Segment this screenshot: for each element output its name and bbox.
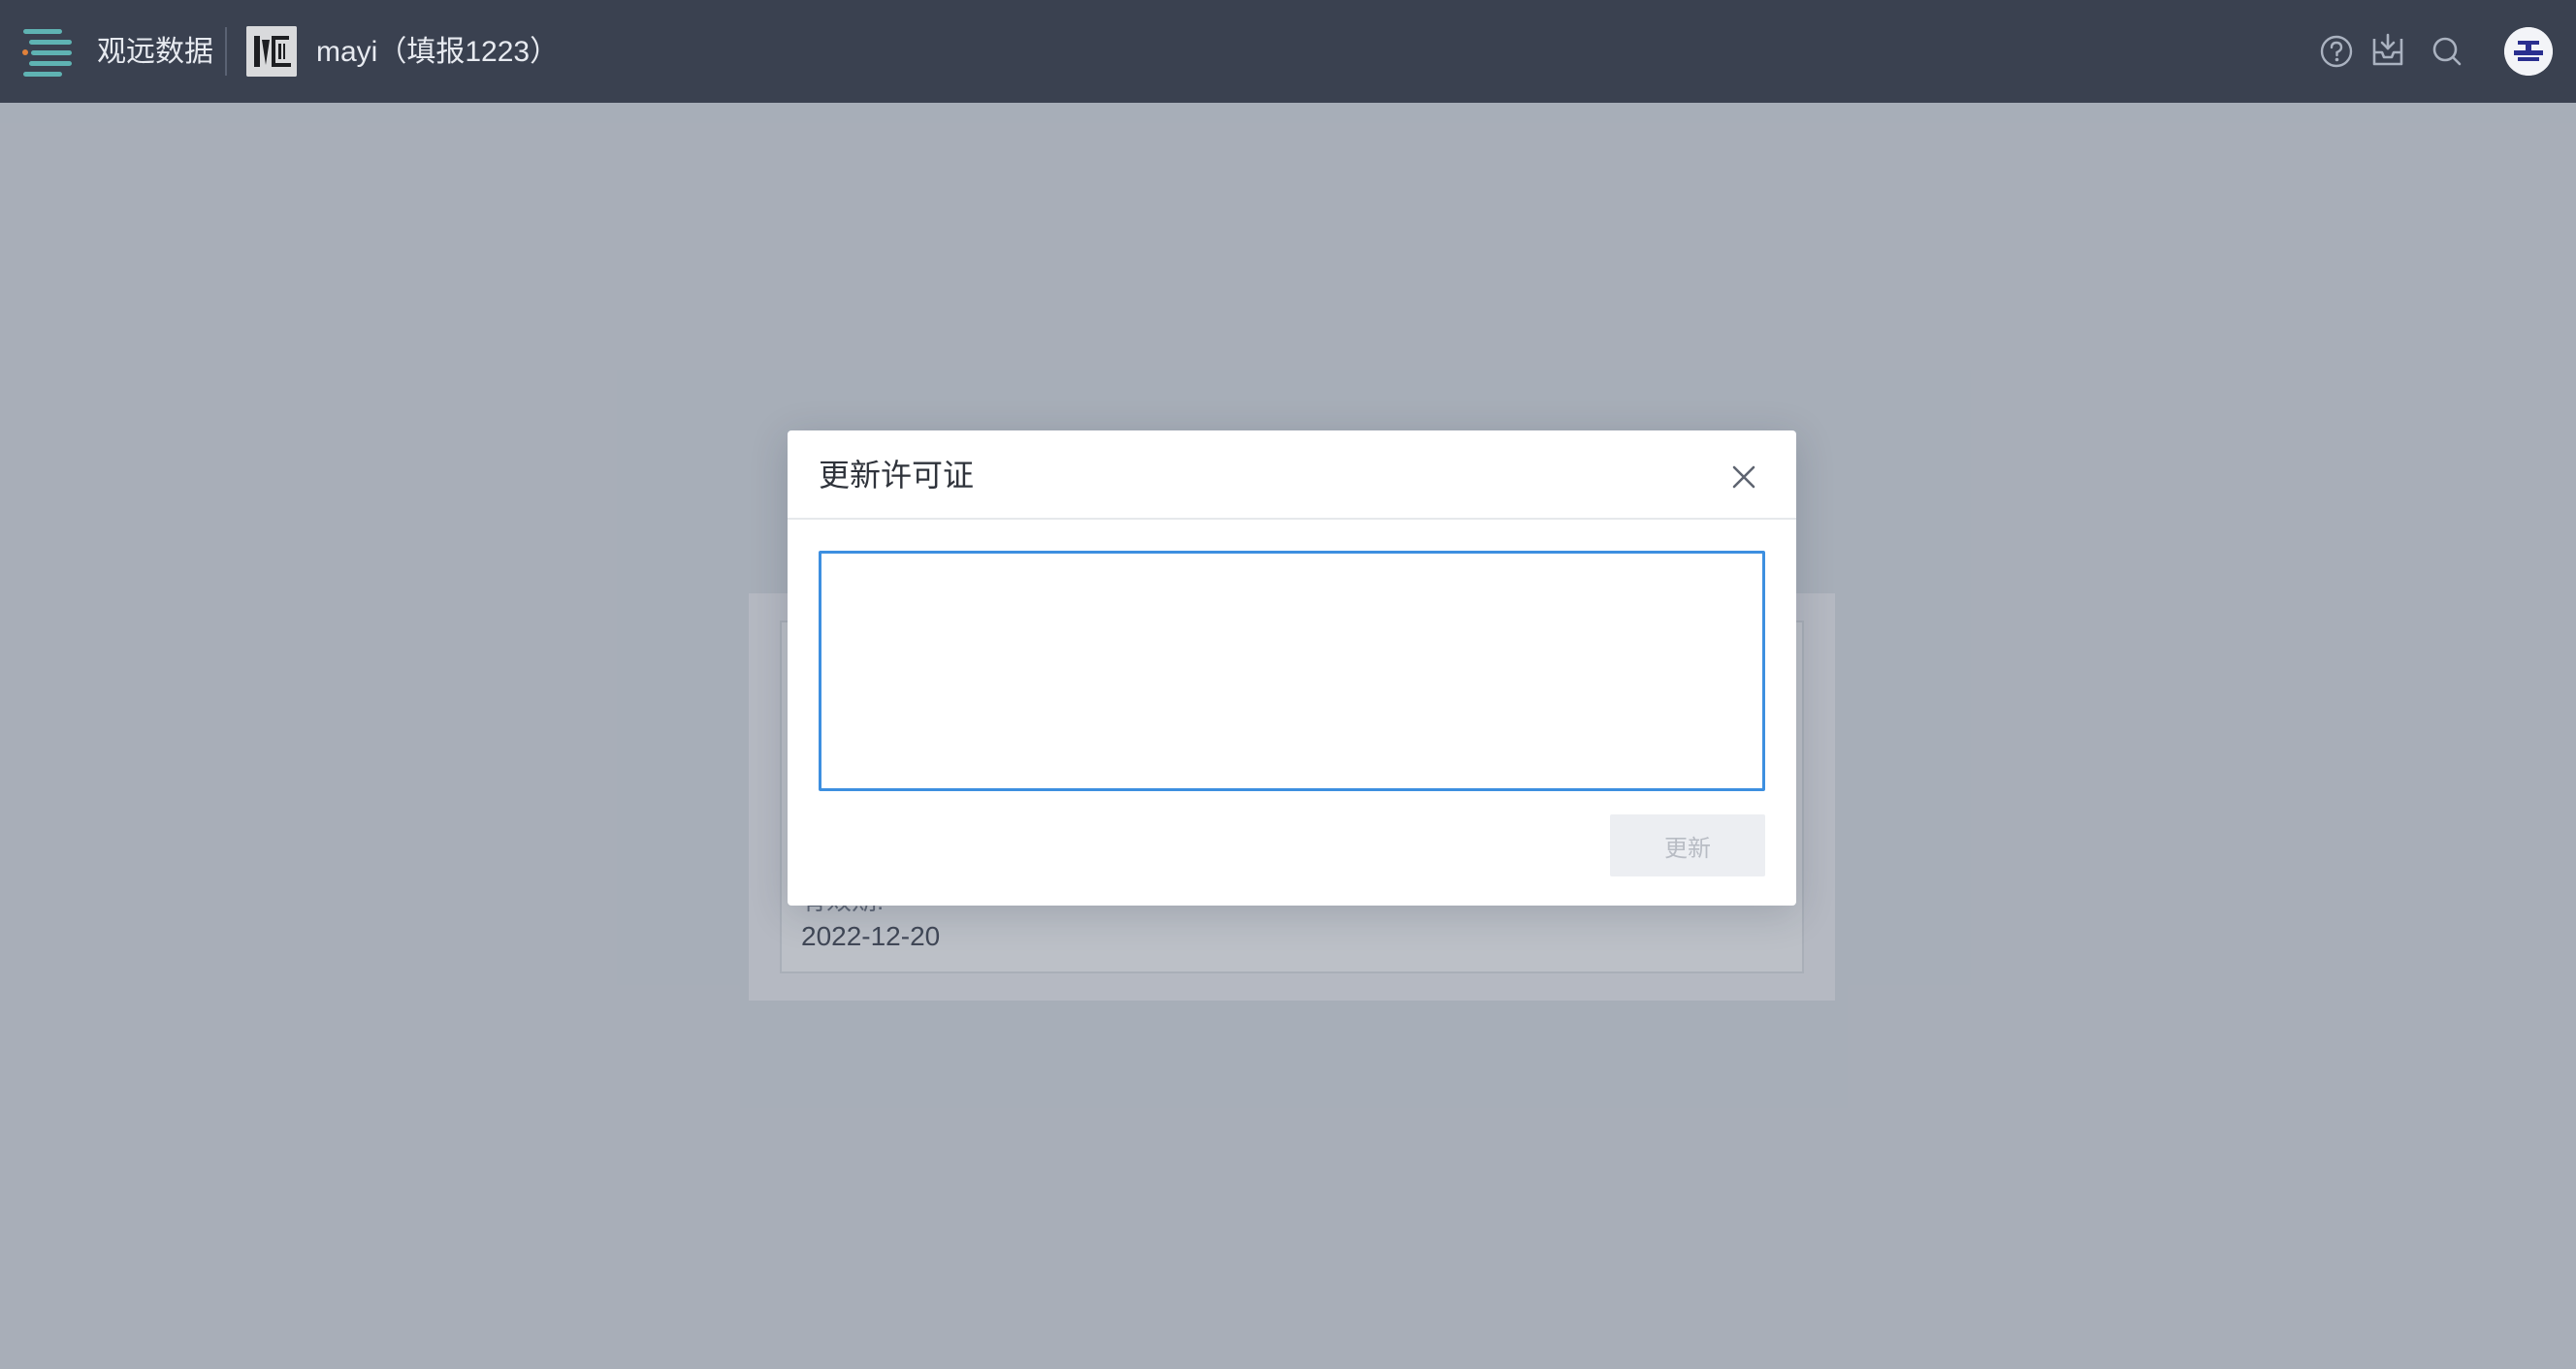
brand-name[interactable]: 观远数据 [97, 33, 213, 72]
project-name[interactable]: mayi（填报1223） [316, 33, 559, 72]
top-navigation-bar: 观远数据 mayi（填报1223） [0, 0, 2576, 103]
close-icon[interactable] [1726, 460, 1761, 494]
dialog-title: 更新许可证 [819, 458, 975, 493]
inbox-download-icon[interactable] [2368, 31, 2407, 70]
update-license-dialog: 更新许可证 更新 [788, 430, 1796, 906]
topbar-divider [225, 27, 227, 76]
user-avatar[interactable] [2504, 27, 2553, 76]
menu-icon[interactable] [21, 25, 74, 78]
search-icon[interactable] [2429, 33, 2465, 70]
license-key-input[interactable] [819, 551, 1765, 791]
dialog-header: 更新许可证 [788, 430, 1796, 520]
project-logo [246, 26, 297, 77]
help-icon[interactable] [2318, 33, 2355, 70]
update-button[interactable]: 更新 [1610, 814, 1765, 876]
